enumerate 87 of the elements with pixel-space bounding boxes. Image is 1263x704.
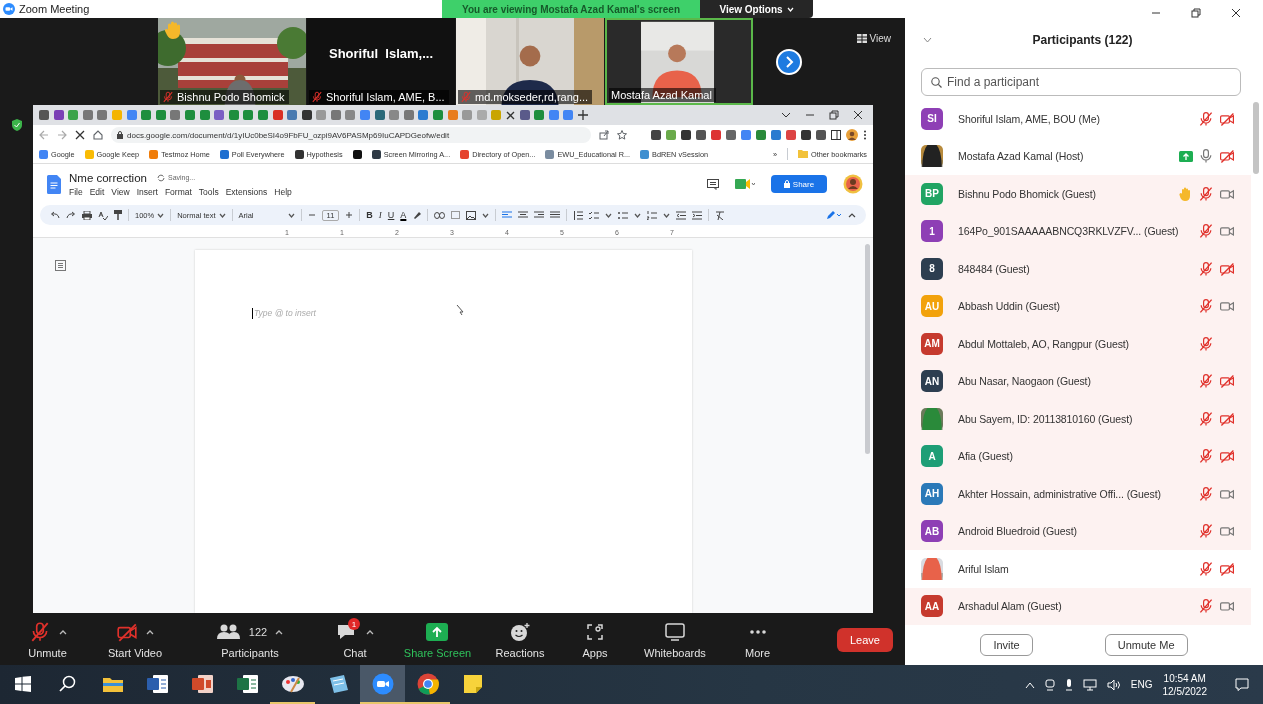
participant-name: Shoriful Islam,... bbox=[329, 46, 433, 61]
avatar: BP bbox=[921, 182, 943, 205]
avatar: AH bbox=[921, 482, 943, 505]
menu-item[interactable]: Extensions bbox=[225, 186, 268, 197]
view-button[interactable]: View bbox=[856, 30, 891, 46]
toolbar-button[interactable]: 122 Participants bbox=[216, 621, 284, 659]
panel-button[interactable]: Unmute Me bbox=[1104, 634, 1188, 656]
participant-name: Bishnu Podo Bhomick bbox=[177, 91, 285, 103]
menu-item[interactable]: Insert bbox=[136, 186, 158, 197]
participant-row[interactable]: AH Akhter Hossain, administrative Offi... (Guest) bbox=[905, 475, 1251, 513]
video-tile[interactable]: Mostafa Azad Kamal bbox=[605, 18, 753, 105]
participant-name: Abu Nasar, Naogaon (Guest) bbox=[958, 375, 1092, 388]
avatar: AB bbox=[921, 520, 943, 543]
participant-row[interactable]: 8 848484 (Guest) bbox=[905, 250, 1251, 288]
participant-name: Shoriful Islam, AME, BOU (Me) bbox=[958, 112, 1101, 125]
participant-count: 122 bbox=[248, 626, 268, 638]
leave-button[interactable]: Leave bbox=[837, 628, 893, 652]
document-title[interactable]: Nme correction bbox=[69, 171, 147, 184]
video-tile[interactable]: md.mokseder,rd,rang... bbox=[456, 18, 604, 105]
avatar: AM bbox=[921, 332, 943, 355]
toolbar-button[interactable]: Whiteboards bbox=[644, 621, 706, 659]
video-tile[interactable]: Shoriful Islam,... Shoriful Islam, AME, B... bbox=[307, 18, 455, 105]
format-button[interactable]: A bbox=[400, 210, 407, 220]
format-button[interactable]: B bbox=[366, 210, 373, 220]
avatar: AN bbox=[921, 370, 943, 393]
clock[interactable]: 10:54 AM 12/5/2022 bbox=[1162, 671, 1207, 698]
participant-row[interactable]: Ariful Islam bbox=[905, 550, 1251, 588]
participant-name: 164Po_901SAAAAABNCQ3RKLVZFV... (Guest) bbox=[958, 225, 1180, 238]
avatar: 1 bbox=[921, 220, 943, 243]
participant-name: Ariful Islam bbox=[958, 562, 1010, 575]
participant-name: Afia (Guest) bbox=[958, 450, 1014, 463]
participant-row[interactable]: Mostafa Azad Kamal (Host) bbox=[905, 137, 1251, 175]
participant-row[interactable]: AM Abdul Mottaleb, AO, Rangpur (Guest) bbox=[905, 325, 1251, 363]
participant-row[interactable]: AA Arshadul Alam (Guest) bbox=[905, 587, 1251, 625]
menu-item[interactable]: Help bbox=[274, 186, 292, 197]
toolbar-button[interactable]: Unmute bbox=[28, 621, 67, 659]
participant-name: Abdul Mottaleb, AO, Rangpur (Guest) bbox=[958, 337, 1130, 350]
participant-row[interactable]: AN Abu Nasar, Naogaon (Guest) bbox=[905, 362, 1251, 400]
participant-row[interactable]: 1 164Po_901SAAAAABNCQ3RKLVZFV... (Guest) bbox=[905, 212, 1251, 250]
participant-name: Akhter Hossain, administrative Offi... (Guest) bbox=[958, 487, 1162, 500]
participant-row[interactable]: SI Shoriful Islam, AME, BOU (Me) bbox=[905, 100, 1251, 138]
participant-name: Android Bluedroid (Guest) bbox=[958, 525, 1078, 538]
placeholder-text: Type @ to insert bbox=[254, 308, 316, 318]
toolbar-button[interactable]: Share Screen bbox=[403, 621, 472, 659]
toolbar-button[interactable]: Reactions bbox=[495, 621, 545, 659]
toolbar-button[interactable]: Apps bbox=[582, 621, 608, 659]
participant-name: Mostafa Azad Kamal bbox=[611, 89, 712, 101]
toolbar-button[interactable]: More bbox=[744, 621, 771, 659]
format-button[interactable]: U bbox=[387, 210, 395, 220]
view-options-button[interactable]: View Options bbox=[700, 0, 813, 18]
menu-item[interactable]: View bbox=[111, 186, 130, 197]
share-button[interactable]: Share bbox=[771, 175, 827, 193]
avatar: AU bbox=[921, 295, 943, 318]
menu-item[interactable]: Tools bbox=[198, 186, 219, 197]
panel-button[interactable]: Invite bbox=[980, 634, 1033, 656]
participant-row[interactable]: AB Android Bluedroid (Guest) bbox=[905, 512, 1251, 550]
participant-name: Mostafa Azad Kamal (Host) bbox=[958, 150, 1085, 163]
participant-row[interactable]: Abu Sayem, ID: 20113810160 (Guest) bbox=[905, 400, 1251, 438]
avatar: SI bbox=[921, 107, 943, 130]
participant-row[interactable]: BP Bishnu Podo Bhomick (Guest) bbox=[905, 175, 1251, 213]
participant-name: Bishnu Podo Bhomick (Guest) bbox=[958, 187, 1097, 200]
participant-row[interactable]: AU Abbash Uddin (Guest) bbox=[905, 287, 1251, 325]
panel-title: Participants (122) bbox=[1031, 33, 1134, 47]
avatar: AA bbox=[921, 595, 943, 618]
window-title: Zoom Meeting bbox=[19, 3, 91, 15]
video-tile[interactable]: Bishnu Podo Bhomick bbox=[158, 18, 306, 105]
participant-name: Abu Sayem, ID: 20113810160 (Guest) bbox=[958, 412, 1134, 425]
menu-item[interactable]: File bbox=[69, 186, 83, 197]
search-field[interactable]: Find a participant bbox=[921, 68, 1241, 96]
language-indicator[interactable]: ENG bbox=[1130, 679, 1153, 690]
format-button[interactable]: I bbox=[378, 210, 382, 220]
participant-name: md.mokseder,rd,rang... bbox=[475, 91, 589, 103]
participant-name: Shoriful Islam, AME, B... bbox=[326, 91, 445, 103]
participant-name: Abbash Uddin (Guest) bbox=[958, 300, 1061, 313]
viewing-banner: You are viewing Mostafa Azad Kamal's screen bbox=[442, 0, 700, 18]
address-bar[interactable]: docs.google.com/document/d/1yIUc0beSI4o9FbFU_ozpi9AV6PASMp69IuCAPDGeofw/edit bbox=[111, 127, 591, 143]
toolbar-button[interactable]: 1 Chat bbox=[336, 621, 374, 659]
participant-row[interactable]: A Afia (Guest) bbox=[905, 437, 1251, 475]
participant-name: 848484 (Guest) bbox=[958, 262, 1031, 275]
toolbar-button[interactable]: Start Video bbox=[107, 621, 163, 659]
avatar: A bbox=[921, 445, 943, 468]
avatar: 8 bbox=[921, 257, 943, 280]
unread-badge: 1 bbox=[348, 618, 360, 630]
menu-item[interactable]: Format bbox=[164, 186, 192, 197]
participant-name: Arshadul Alam (Guest) bbox=[958, 600, 1063, 613]
menu-item[interactable]: Edit bbox=[89, 186, 105, 197]
url-text: docs.google.com/document/d/1yIUc0beSI4o9FbFU_ozpi9AV6PASMp69IuCAPDGeofw/edit bbox=[127, 130, 450, 140]
